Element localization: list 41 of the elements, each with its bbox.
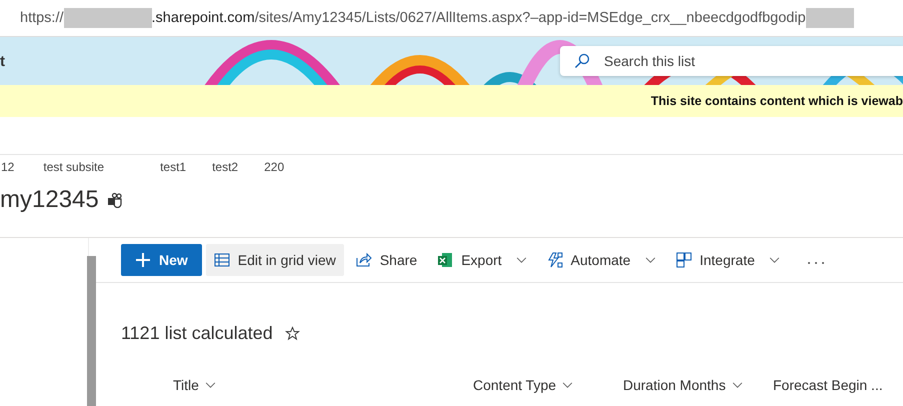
chevron-down-icon bbox=[768, 256, 780, 264]
share-icon bbox=[356, 252, 372, 268]
site-name: my12345 bbox=[0, 186, 99, 214]
address-bar-path[interactable]: /sites/Amy12345/Lists/0627/AllItems.aspx?–app-id=MSEdge_crx__nbeecdgodfbgodip bbox=[254, 10, 806, 26]
column-header[interactable]: Title bbox=[173, 377, 473, 393]
new-button[interactable]: New bbox=[121, 244, 202, 276]
column-header[interactable]: Duration Months bbox=[623, 377, 773, 393]
spreadsheet-icon bbox=[437, 252, 454, 268]
site-nav-link[interactable]: test1 bbox=[160, 160, 186, 174]
chevron-down-icon bbox=[204, 382, 216, 388]
site-nav-link[interactable]: test subsite bbox=[43, 160, 104, 174]
site-nav-link[interactable]: 12 bbox=[1, 160, 14, 174]
site-title: t bbox=[0, 52, 5, 70]
chevron-down-icon bbox=[516, 256, 527, 264]
chevron-down-icon bbox=[644, 256, 656, 264]
toolbar-button[interactable]: Edit in grid view bbox=[206, 244, 344, 276]
toolbar-button[interactable]: Integrate bbox=[668, 244, 788, 276]
chevron-down-icon bbox=[562, 382, 574, 388]
flow-icon bbox=[546, 252, 563, 268]
toolbar-button[interactable]: Automate bbox=[538, 244, 664, 276]
teams-icon bbox=[106, 192, 123, 208]
list-title: 1121 list calculated bbox=[121, 322, 273, 344]
scrollbar[interactable] bbox=[87, 256, 96, 406]
apps-icon bbox=[676, 252, 692, 268]
chevron-down-icon bbox=[732, 382, 743, 388]
notice-text: This site contains content which is viewab bbox=[650, 94, 903, 109]
column-header[interactable]: Content Type bbox=[473, 377, 623, 393]
search-field[interactable]: Search this list bbox=[560, 46, 903, 76]
toolbar-button[interactable]: Export bbox=[429, 244, 535, 276]
toolbar-button[interactable]: Share bbox=[348, 244, 426, 276]
table-icon bbox=[214, 252, 230, 268]
search-icon bbox=[574, 53, 590, 69]
column-header[interactable]: Forecast Begin ... bbox=[773, 377, 903, 393]
site-nav-link[interactable]: 220 bbox=[264, 160, 284, 174]
more-icon bbox=[806, 260, 825, 264]
plus-icon bbox=[135, 252, 151, 268]
site-nav-link[interactable]: test2 bbox=[212, 160, 238, 174]
address-bar-url[interactable]: https:// bbox=[20, 10, 64, 26]
star-icon[interactable] bbox=[284, 326, 300, 340]
redaction-block bbox=[806, 8, 854, 28]
address-bar-host[interactable]: .sharepoint.com bbox=[152, 10, 255, 26]
